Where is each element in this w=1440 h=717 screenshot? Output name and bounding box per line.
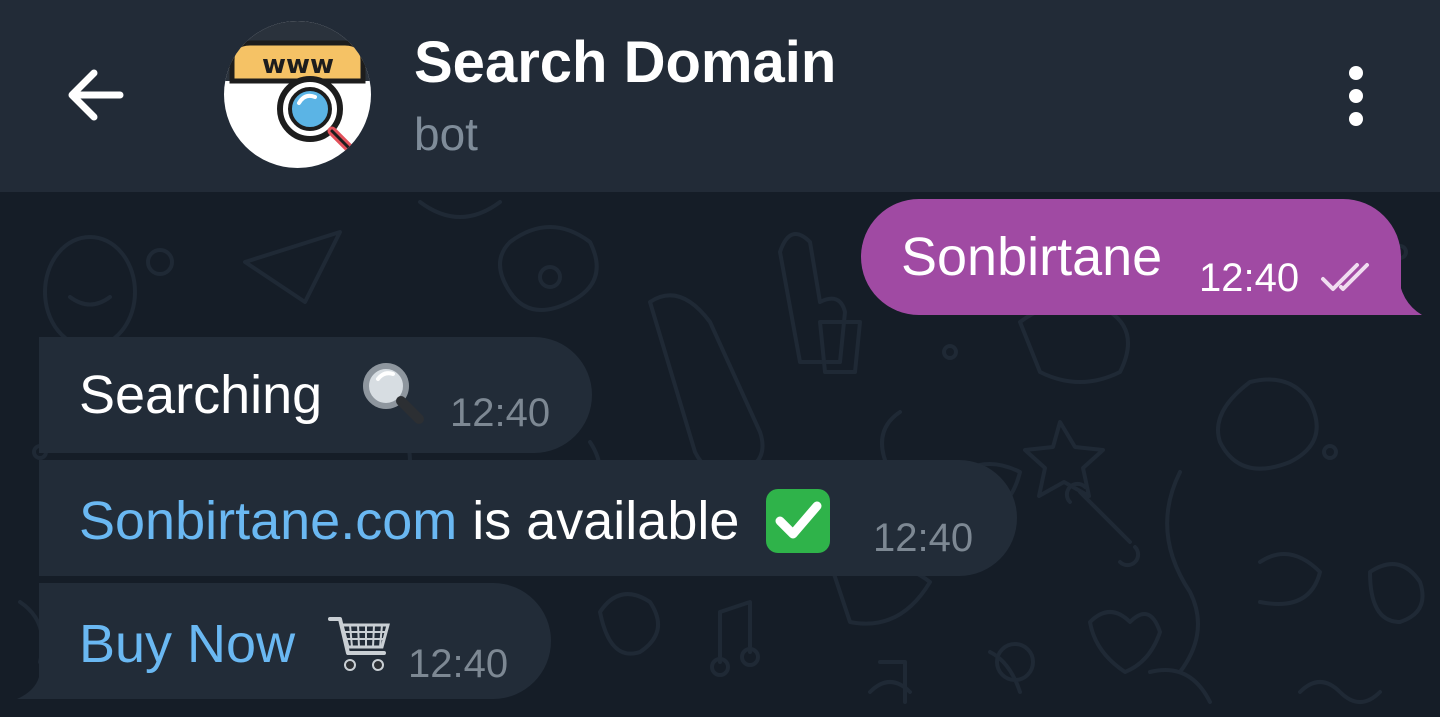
message-time: 12:40	[1199, 256, 1300, 300]
menu-dot	[1349, 112, 1363, 126]
message-time: 12:40	[450, 391, 551, 435]
chat-screen: www Search Domain bot Sonbirtane 12:40 S…	[0, 0, 1440, 717]
message-text: Sonbirtane	[901, 227, 1163, 287]
more-options-button[interactable]	[1330, 62, 1382, 130]
menu-dot	[1349, 66, 1363, 80]
buy-now-link[interactable]: Buy Now	[79, 614, 295, 674]
avatar-www-text: www	[262, 50, 334, 80]
chat-title[interactable]: Search Domain	[414, 30, 836, 96]
outgoing-bubble-tail	[1380, 272, 1422, 315]
chat-header: www Search Domain bot	[0, 0, 1440, 192]
check-mark-icon	[766, 488, 831, 553]
message-content: Sonbirtane.com is available	[79, 488, 832, 555]
avatar[interactable]: www	[224, 21, 371, 168]
message-time: 12:40	[408, 642, 509, 686]
arrow-left-icon	[68, 69, 124, 121]
back-button[interactable]	[58, 58, 136, 136]
message-content: Buy Now	[79, 613, 394, 679]
incoming-message[interactable]: Searching 12:40	[39, 337, 592, 453]
message-content: Searching	[79, 362, 429, 429]
outgoing-message[interactable]: Sonbirtane 12:40	[861, 199, 1401, 315]
message-text: Searching	[79, 365, 323, 425]
shopping-cart-icon	[328, 616, 391, 671]
incoming-message[interactable]: Buy Now 12:40	[39, 583, 551, 699]
magnifier-icon	[363, 362, 425, 424]
domain-link[interactable]: Sonbirtane.com	[79, 491, 457, 551]
chat-subtitle: bot	[414, 108, 478, 160]
message-text: is available	[457, 491, 740, 551]
incoming-bubble-tail	[17, 677, 39, 699]
message-time: 12:40	[873, 516, 974, 560]
incoming-message[interactable]: Sonbirtane.com is available 12:40	[39, 460, 1017, 576]
menu-dot	[1349, 89, 1363, 103]
www-search-icon: www	[224, 21, 371, 154]
double-check-icon	[1321, 263, 1369, 291]
